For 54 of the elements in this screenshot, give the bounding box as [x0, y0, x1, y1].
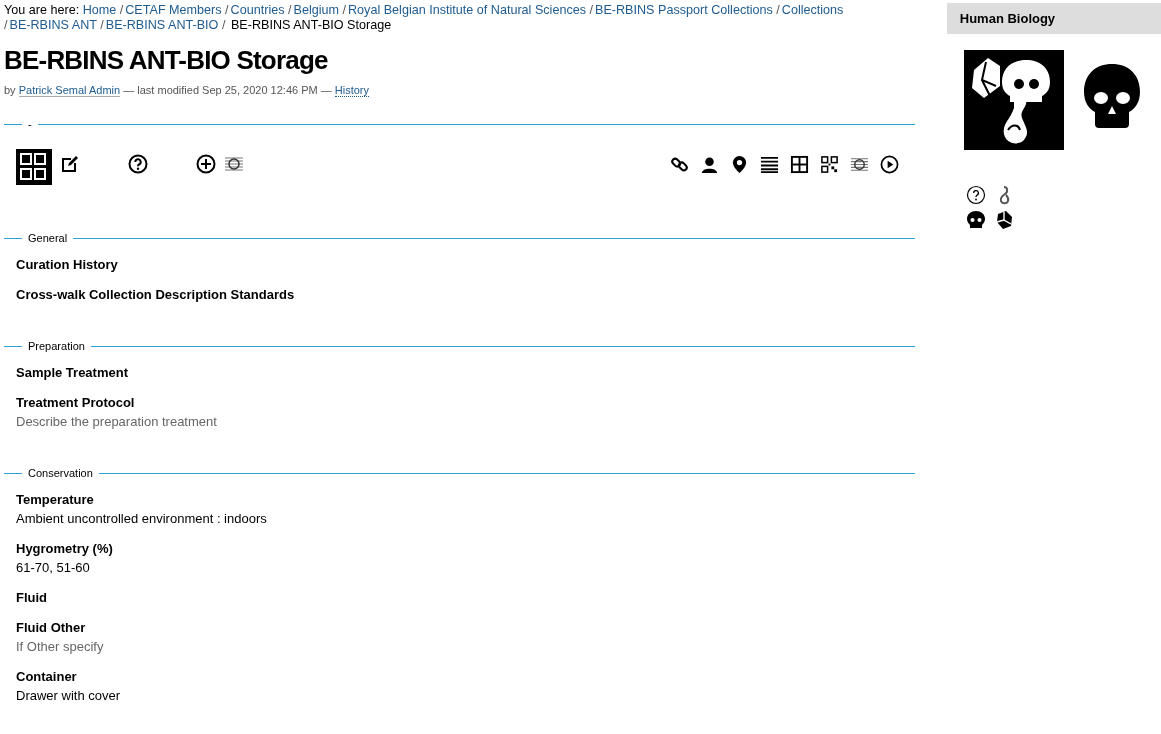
field-hint: If Other specify: [16, 638, 105, 655]
breadcrumb-separator: /: [119, 3, 124, 17]
field-label: Container: [16, 668, 78, 685]
field-value: 61-70, 51-60: [16, 559, 91, 576]
person-icon[interactable]: [699, 154, 719, 174]
qr-code-icon[interactable]: [819, 154, 839, 174]
breadcrumb-link[interactable]: BE-RBINS Passport Collections: [595, 3, 773, 17]
history-link[interactable]: History: [334, 84, 370, 97]
field-label: Fluid Other: [16, 619, 87, 636]
modified-text: — last modified Sep 25, 2020 12:46 PM —: [123, 84, 332, 96]
breadcrumb-separator: /: [221, 18, 226, 32]
breadcrumb-separator: /: [100, 18, 104, 32]
author-link[interactable]: Patrick Semal Admin: [18, 84, 121, 97]
help-icon[interactable]: [128, 154, 148, 174]
breadcrumb-current: BE-RBINS ANT-BIO Storage: [230, 18, 392, 32]
breadcrumb-separator: /: [225, 3, 229, 17]
section-legend: -: [22, 118, 38, 130]
field-label: Treatment Protocol: [16, 394, 136, 411]
page-title: BE-RBINS ANT-BIO Storage: [4, 45, 329, 76]
breadcrumb-separator: /: [4, 18, 8, 32]
breadcrumb-link[interactable]: CETAF Members: [125, 3, 222, 17]
portlet-header: Human Biology: [946, 3, 1161, 34]
field-label: Temperature: [16, 491, 95, 508]
pattern-icon[interactable]: [224, 154, 244, 174]
breadcrumb-link[interactable]: Collections: [781, 3, 844, 17]
breadcrumb-link[interactable]: Countries: [230, 3, 285, 17]
play-icon[interactable]: [879, 154, 899, 174]
breadcrumb-link[interactable]: Royal Belgian Institute of Natural Sciences: [348, 3, 586, 17]
field-label: Sample Treatment: [16, 364, 129, 381]
breadcrumb-separator: /: [776, 3, 780, 17]
breadcrumb-separator: /: [288, 3, 292, 17]
breadcrumb-link[interactable]: BE-RBINS ANT: [9, 18, 97, 32]
skull-icon[interactable]: [965, 210, 986, 230]
breadcrumb-separator: /: [589, 3, 593, 17]
breadcrumb-separator: /: [342, 3, 346, 17]
byline-text: by: [4, 84, 16, 96]
breadcrumb-link[interactable]: Home: [82, 3, 117, 17]
field-value: Ambient uncontrolled environment : indoors: [16, 510, 268, 527]
breadcrumb-link[interactable]: BE-RBINS ANT-BIO: [105, 18, 219, 32]
field-hint: Describe the preparation treatment: [16, 413, 218, 430]
field-label: Cross-walk Collection Description Standards: [16, 286, 296, 303]
field-label: Hygrometry (%): [16, 540, 114, 557]
field-label: Fluid: [16, 589, 49, 606]
section-legend: Conservation: [22, 467, 99, 479]
breadcrumb-label: You are here:: [4, 3, 80, 17]
breadcrumb-link[interactable]: Belgium: [293, 3, 339, 17]
edit-icon[interactable]: [60, 154, 80, 174]
field-value: Drawer with cover: [16, 687, 122, 704]
add-icon[interactable]: [196, 154, 216, 174]
list-icon[interactable]: [759, 154, 779, 174]
section-legend: Preparation: [22, 340, 91, 352]
section-legend: General: [22, 232, 74, 244]
field-label: Curation History: [16, 256, 119, 273]
help-icon[interactable]: [965, 185, 986, 205]
